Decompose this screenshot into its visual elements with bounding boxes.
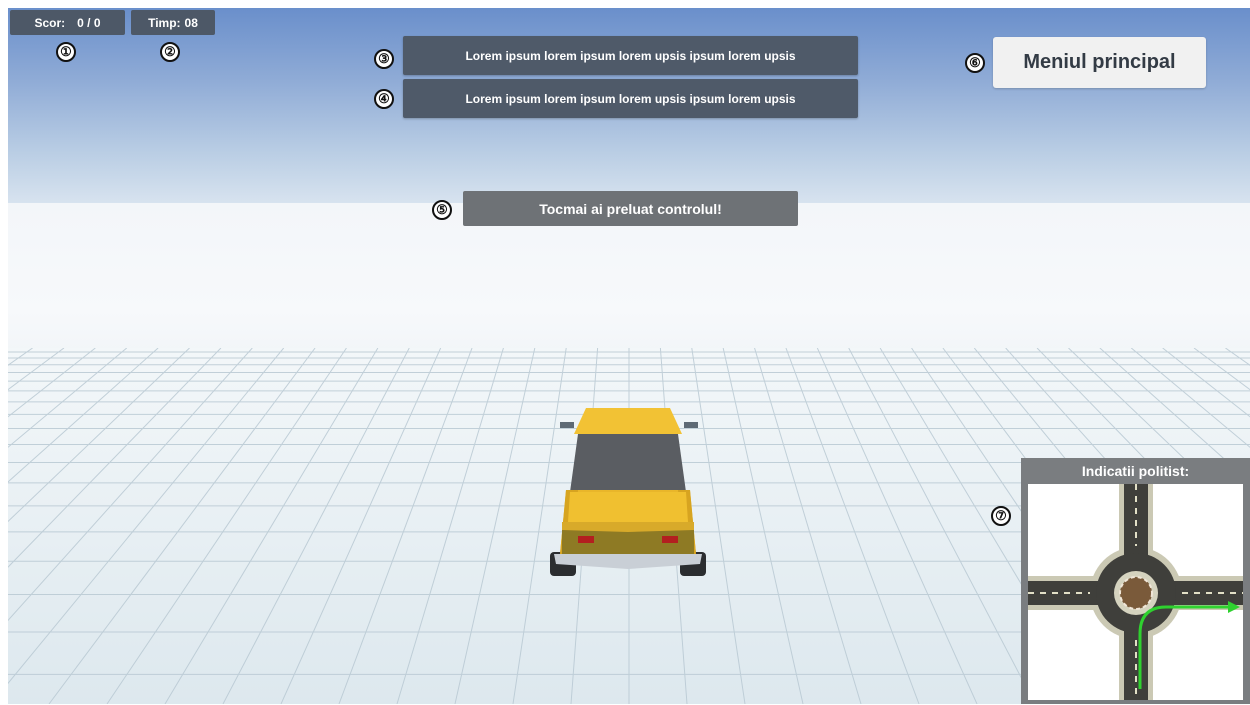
instruction-message-2: Lorem ipsum lorem ipsum lorem upsis ipsu… — [403, 79, 858, 118]
roundabout-map — [1028, 484, 1243, 700]
police-directions-title: Indicatii politist: — [1081, 463, 1190, 479]
callout-5: ⑤ — [432, 200, 452, 220]
roundabout-diagram — [1028, 484, 1243, 700]
police-directions-panel: Indicatii politist: — [1021, 458, 1250, 704]
time-value: 08 — [184, 15, 198, 30]
player-car — [550, 408, 706, 576]
callout-7: ⑦ — [991, 506, 1011, 526]
main-menu-button-label: Meniul principal — [1023, 51, 1176, 73]
score-value: 0 / 0 — [77, 15, 101, 30]
callout-2: ② — [160, 42, 180, 62]
score-display: Scor: 0 / 0 — [10, 10, 125, 35]
control-notice-text: Tocmai ai preluat controlul! — [539, 200, 722, 217]
control-notice: Tocmai ai preluat controlul! — [463, 191, 798, 226]
main-menu-button[interactable]: Meniul principal — [993, 37, 1206, 88]
timer-display: Timp: 08 — [131, 10, 215, 35]
instruction-message-1: Lorem ipsum lorem ipsum lorem upsis ipsu… — [403, 36, 858, 75]
instruction-message-2-text: Lorem ipsum lorem ipsum lorem upsis ipsu… — [465, 91, 796, 106]
time-label: Timp: — [148, 15, 181, 30]
callout-1: ① — [56, 42, 76, 62]
callout-3: ③ — [374, 49, 394, 69]
instruction-message-1-text: Lorem ipsum lorem ipsum lorem upsis ipsu… — [465, 48, 796, 63]
score-label: Scor: — [34, 15, 66, 30]
callout-4: ④ — [374, 89, 394, 109]
callout-6: ⑥ — [965, 53, 985, 73]
